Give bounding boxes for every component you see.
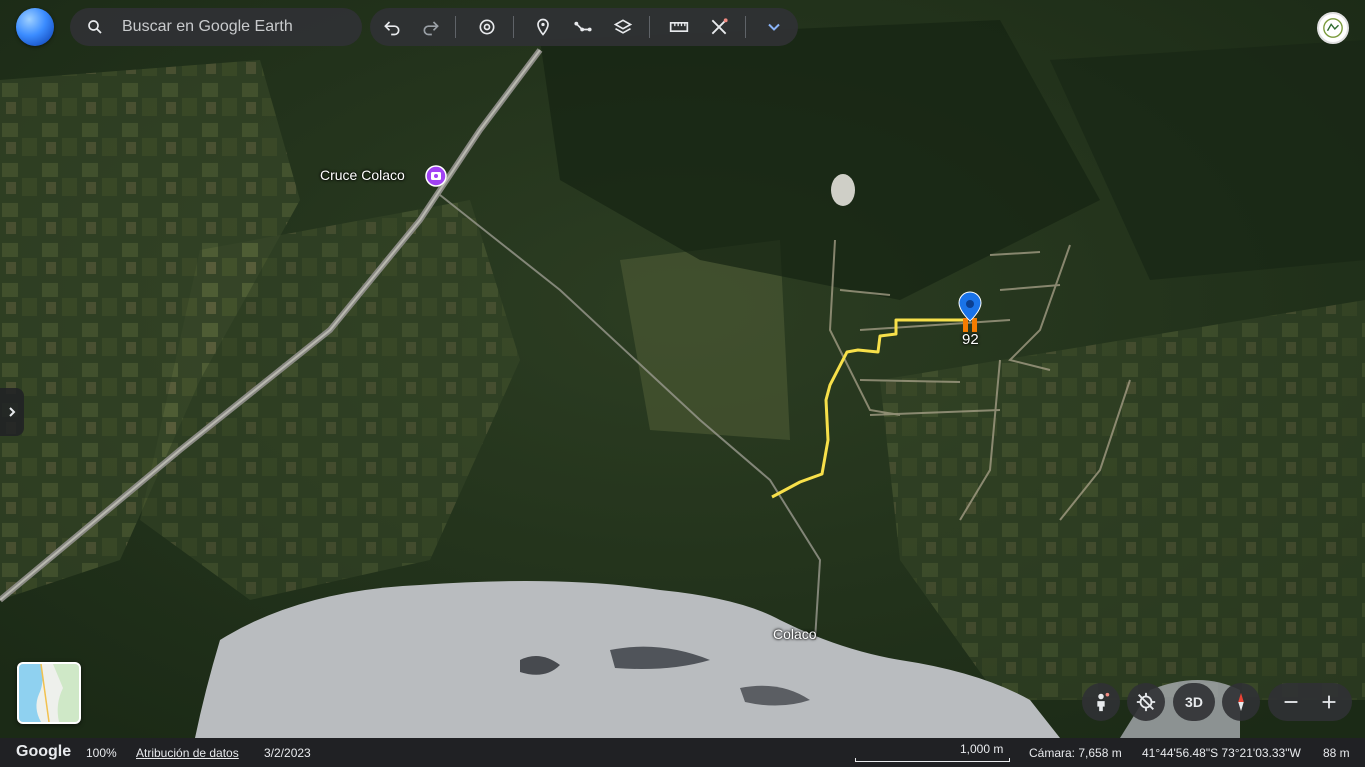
profile-logo-icon: [1323, 18, 1343, 38]
scale-bar: [855, 758, 1010, 762]
chevron-down-icon[interactable]: [762, 15, 786, 39]
reset-view-button[interactable]: [1127, 683, 1165, 721]
measure-icon[interactable]: [667, 15, 691, 39]
undo-icon[interactable]: [380, 15, 404, 39]
google-earth-logo[interactable]: [16, 8, 54, 46]
google-logo: Google: [16, 743, 72, 760]
camera-altitude: Cámara: 7,658 m: [1029, 746, 1122, 760]
location-off-icon: [1136, 692, 1156, 712]
account-avatar[interactable]: [1317, 12, 1349, 44]
search-icon: [88, 20, 102, 34]
zoom-out-icon[interactable]: [1280, 691, 1302, 713]
cursor-coordinates: 41°44'56.48"S 73°21'03.33"W: [1142, 746, 1301, 760]
poi-camera-icon[interactable]: [425, 165, 447, 187]
search-input[interactable]: Buscar en Google Earth: [122, 18, 293, 36]
place-label-cruce-colaco[interactable]: Cruce Colaco: [320, 167, 405, 183]
satellite-map[interactable]: [0, 0, 1365, 767]
place-label-colaco[interactable]: Colaco: [773, 626, 817, 642]
status-bar: Google 100% Atribución de datos 3/2/2023…: [0, 738, 1365, 767]
tools-icon[interactable]: [707, 15, 731, 39]
pegman-icon: [1097, 692, 1110, 712]
placemark-icon[interactable]: [531, 15, 555, 39]
path-icon[interactable]: [571, 15, 595, 39]
expand-sidebar-button[interactable]: [0, 388, 24, 436]
minimap[interactable]: [17, 662, 81, 724]
scale-label: 1,000 m: [960, 742, 1004, 756]
layers-icon[interactable]: [611, 15, 635, 39]
voyager-icon[interactable]: [475, 15, 499, 39]
imagery-date: 3/2/2023: [264, 746, 311, 760]
zoom-controls: [1268, 683, 1352, 721]
attribution-link[interactable]: Atribución de datos: [136, 746, 239, 760]
redo-icon[interactable]: [419, 15, 443, 39]
cursor-elevation: 88 m: [1323, 746, 1350, 760]
search-bar[interactable]: Buscar en Google Earth: [70, 8, 362, 46]
zoom-level: 100%: [86, 746, 117, 760]
toolbar: [370, 8, 798, 46]
compass-button[interactable]: [1222, 683, 1260, 721]
toggle-3d-button[interactable]: 3D: [1173, 683, 1215, 721]
chevron-right-icon: [9, 407, 16, 417]
placemark-label[interactable]: 92: [962, 331, 979, 348]
compass-icon: [1238, 692, 1244, 712]
zoom-in-icon[interactable]: [1318, 691, 1340, 713]
pegman-button[interactable]: [1082, 683, 1120, 721]
